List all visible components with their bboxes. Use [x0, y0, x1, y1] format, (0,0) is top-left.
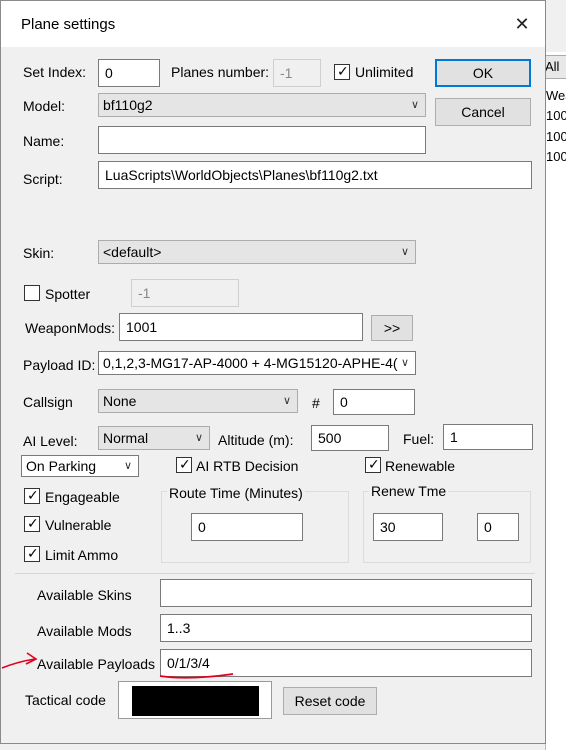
renew-time-input-2[interactable]: 0: [477, 513, 519, 541]
background-cell: 100: [546, 129, 566, 144]
title-bar: Plane settings ✕: [1, 1, 545, 47]
ai-level-select[interactable]: Normal ∨: [98, 426, 210, 450]
ai-level-label: AI Level:: [23, 433, 78, 449]
check-icon: ✓: [27, 487, 39, 503]
renewable-checkbox[interactable]: ✓: [365, 456, 381, 473]
background-header-weapons: Wea: [546, 88, 566, 103]
reset-code-button[interactable]: Reset code: [283, 687, 377, 715]
unlimited-checkbox[interactable]: ✓: [334, 63, 350, 80]
ai-rtb-checkbox[interactable]: ✓: [176, 456, 192, 473]
callsign-select-value: None: [103, 393, 137, 409]
callsign-select[interactable]: None ∨: [98, 389, 298, 413]
name-label: Name:: [23, 133, 65, 149]
tactical-code-swatch: [132, 686, 259, 716]
vulnerable-label[interactable]: Vulnerable: [45, 517, 111, 533]
payload-id-label: Payload ID:: [23, 357, 96, 373]
limit-ammo-label[interactable]: Limit Ammo: [45, 547, 118, 563]
spotter-checkbox[interactable]: [24, 285, 40, 301]
callsign-number-input[interactable]: 0: [333, 389, 415, 415]
check-icon: ✓: [179, 456, 191, 472]
tactical-code-display[interactable]: [118, 681, 272, 719]
spotter-label[interactable]: Spotter: [45, 286, 90, 302]
close-icon[interactable]: ✕: [507, 11, 537, 37]
set-index-label: Set Index:: [23, 64, 87, 80]
altitude-label: Altitude (m):: [218, 432, 294, 448]
plane-settings-dialog: Plane settings ✕ Set Index: 0 Planes num…: [0, 0, 546, 744]
background-window: All Wea 100 100 100: [544, 52, 566, 750]
ok-button[interactable]: OK: [435, 59, 531, 87]
skin-select[interactable]: <default> ∨: [98, 240, 416, 264]
fuel-label: Fuel:: [403, 431, 435, 447]
check-icon: ✓: [27, 545, 39, 561]
model-label: Model:: [23, 98, 66, 114]
renew-time-label: Renew Tme: [369, 483, 449, 499]
weaponmods-label: WeaponMods:: [25, 320, 116, 336]
chevron-down-icon: ∨: [400, 357, 409, 369]
chevron-down-icon: ∨: [400, 246, 409, 258]
engageable-checkbox[interactable]: ✓: [24, 487, 40, 504]
start-position-select[interactable]: On Parking ∨: [21, 455, 139, 477]
chevron-down-icon: ∨: [123, 460, 132, 472]
script-label: Script:: [23, 171, 63, 187]
window-title: Plane settings: [21, 16, 116, 33]
renewable-label[interactable]: Renewable: [385, 458, 455, 474]
hash-label: #: [312, 395, 320, 411]
check-icon: ✓: [337, 63, 349, 79]
ai-rtb-label[interactable]: AI RTB Decision: [196, 458, 298, 474]
check-icon: ✓: [27, 515, 39, 531]
skin-label: Skin:: [23, 245, 55, 261]
weaponmods-button[interactable]: >>: [371, 315, 413, 341]
renew-time-input-1[interactable]: 30: [373, 513, 443, 541]
available-mods-label: Available Mods: [37, 623, 132, 639]
unlimited-label[interactable]: Unlimited: [355, 64, 413, 80]
fuel-input[interactable]: 1: [443, 424, 533, 450]
available-payloads-label: Available Payloads: [37, 656, 156, 672]
available-skins-label: Available Skins: [37, 587, 132, 603]
vulnerable-checkbox[interactable]: ✓: [24, 515, 40, 532]
start-position-value: On Parking: [26, 458, 97, 474]
available-payloads-input[interactable]: 0/1/3/4: [160, 649, 532, 677]
route-time-input[interactable]: 0: [191, 513, 303, 541]
separator: [15, 573, 535, 574]
spotter-input: -1: [131, 279, 239, 307]
altitude-input[interactable]: 500: [311, 425, 389, 451]
payload-id-select-value: 0,1,2,3-MG17-AP-4000 + 4-MG15120-APHE-4(: [103, 355, 398, 371]
planes-number-label: Planes number:: [171, 64, 270, 80]
model-select-value: bf110g2: [103, 97, 153, 113]
chevron-down-icon: ∨: [410, 99, 419, 111]
name-input[interactable]: [98, 126, 426, 154]
callsign-label: Callsign: [23, 394, 73, 410]
cancel-button[interactable]: Cancel: [435, 98, 531, 126]
check-icon: ✓: [368, 456, 380, 472]
background-cell: 100: [546, 108, 566, 123]
ai-level-select-value: Normal: [103, 430, 149, 446]
background-cell: 100: [546, 149, 566, 164]
background-header-all: All: [544, 55, 566, 79]
engageable-label[interactable]: Engageable: [45, 489, 120, 505]
payload-id-select[interactable]: 0,1,2,3-MG17-AP-4000 + 4-MG15120-APHE-4(…: [98, 351, 416, 375]
weaponmods-input[interactable]: 1001: [119, 313, 363, 341]
limit-ammo-checkbox[interactable]: ✓: [24, 545, 40, 562]
script-input[interactable]: LuaScripts\WorldObjects\Planes\bf110g2.t…: [98, 161, 532, 189]
available-mods-input[interactable]: 1..3: [160, 614, 532, 642]
tactical-code-label: Tactical code: [25, 692, 106, 708]
chevron-down-icon: ∨: [282, 395, 291, 407]
chevron-down-icon: ∨: [194, 432, 203, 444]
route-time-label: Route Time (Minutes): [167, 485, 305, 501]
available-skins-input[interactable]: [160, 579, 532, 607]
set-index-input[interactable]: 0: [98, 59, 160, 87]
skin-select-value: <default>: [103, 244, 162, 260]
model-select[interactable]: bf110g2 ∨: [98, 93, 426, 117]
planes-number-input: -1: [273, 59, 321, 87]
